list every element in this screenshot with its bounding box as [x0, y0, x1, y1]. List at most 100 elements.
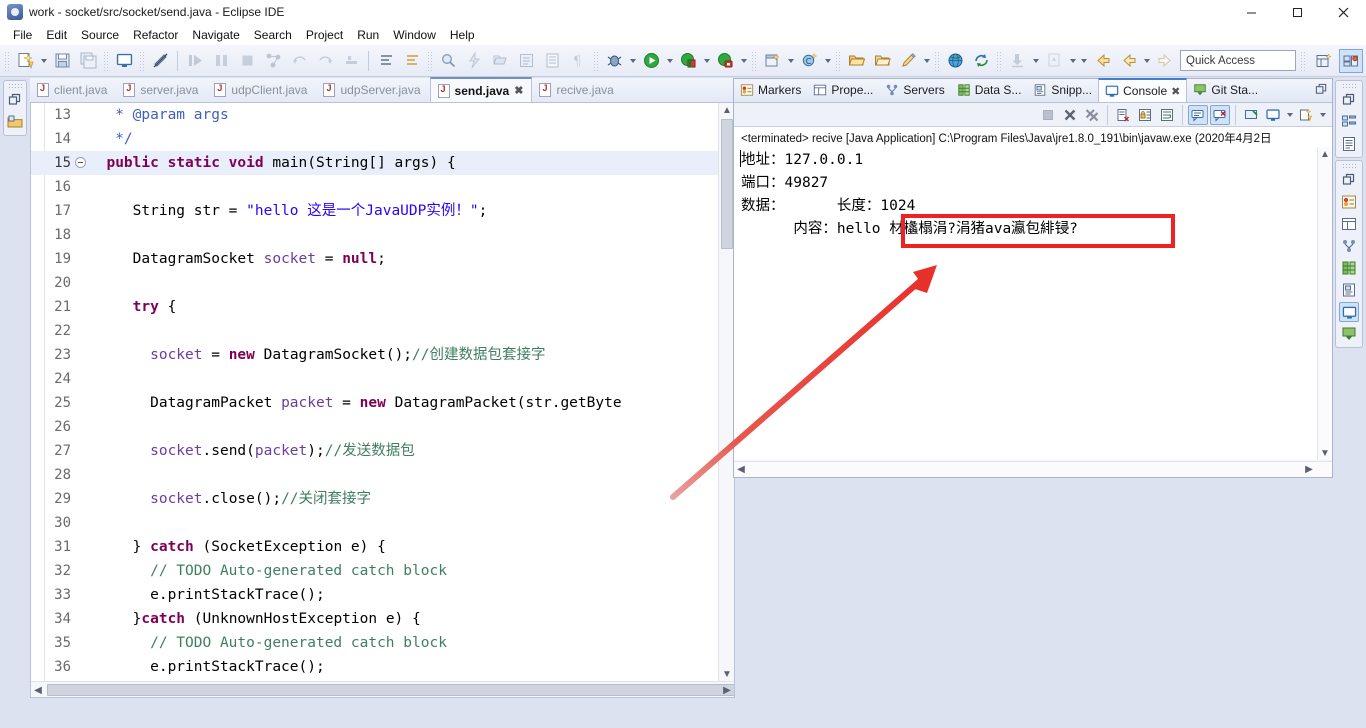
- code-line[interactable]: 30: [31, 511, 734, 535]
- minimize-button[interactable]: [1228, 0, 1274, 24]
- code-line[interactable]: 36 e.printStackTrace();: [31, 655, 734, 679]
- properties-icon[interactable]: [1339, 214, 1359, 234]
- view-tab-git-staging[interactable]: Git Sta...: [1187, 78, 1264, 102]
- remove-all-terminated-icon[interactable]: [1082, 105, 1102, 125]
- toolbar-grip-10[interactable]: [1300, 51, 1306, 71]
- scroll-up-icon[interactable]: ▲: [720, 103, 734, 117]
- toolbar-grip-7[interactable]: [835, 50, 841, 71]
- editor-tab-recive-java[interactable]: recive.java: [532, 77, 622, 102]
- scroll-left-icon[interactable]: ◀: [734, 462, 748, 476]
- editor-vertical-scrollbar[interactable]: ▲ ▼: [718, 103, 734, 697]
- save-icon[interactable]: [50, 49, 74, 73]
- code-line[interactable]: 26: [31, 415, 734, 439]
- back-dropdown-icon[interactable]: [1141, 50, 1152, 72]
- scroll-down-icon[interactable]: ▼: [1318, 446, 1332, 460]
- editor-horizontal-scrollbar[interactable]: ◀ ▶: [31, 681, 734, 697]
- editor-hscroll-thumb[interactable]: [47, 684, 734, 696]
- code-line[interactable]: 31 } catch (SocketException e) {: [31, 535, 734, 559]
- editor-tab-send-java[interactable]: send.java ✖: [429, 77, 533, 102]
- git-staging-icon[interactable]: [1339, 324, 1359, 344]
- view-tab-properties[interactable]: Prope...: [807, 78, 879, 102]
- code-line[interactable]: 20: [31, 271, 734, 295]
- code-line[interactable]: 13 * @param args: [31, 103, 734, 127]
- back-icon[interactable]: [1090, 49, 1114, 73]
- editor-tab-client-java[interactable]: client.java: [30, 77, 116, 102]
- coverage-icon[interactable]: [676, 49, 700, 73]
- maximize-button[interactable]: [1274, 0, 1320, 24]
- rail-grip-icon-bottom[interactable]: [1342, 163, 1356, 168]
- terminate-icon[interactable]: [235, 49, 259, 73]
- forward-icon[interactable]: [1153, 49, 1177, 73]
- debug-icon[interactable]: [602, 49, 626, 73]
- new-class-dropdown-icon[interactable]: [822, 50, 833, 72]
- code-line[interactable]: 15 public static void main(String[] args…: [31, 151, 734, 175]
- push-icon[interactable]: [1042, 49, 1066, 73]
- code-line[interactable]: 27 socket.send(packet);//发送数据包: [31, 439, 734, 463]
- snippets-icon[interactable]: [1339, 280, 1359, 300]
- toolbar-grip-6[interactable]: [751, 50, 757, 71]
- toolbar-grip-2[interactable]: [103, 50, 109, 71]
- remove-launch-icon[interactable]: [1060, 105, 1080, 125]
- package-explorer-icon[interactable]: [5, 112, 25, 132]
- lightning-icon[interactable]: [462, 49, 486, 73]
- paragraph-icon[interactable]: ¶: [566, 49, 590, 73]
- word-wrap-icon[interactable]: [1157, 105, 1177, 125]
- code-line[interactable]: 28: [31, 463, 734, 487]
- profile-dropdown-icon[interactable]: [738, 50, 749, 72]
- open-resource-icon[interactable]: [488, 49, 512, 73]
- menu-navigate[interactable]: Navigate: [185, 26, 246, 44]
- open-console-icon[interactable]: [1296, 105, 1316, 125]
- search-icon[interactable]: [436, 49, 460, 73]
- console-vertical-scrollbar[interactable]: ▲ ▼: [1317, 147, 1332, 460]
- outline-icon[interactable]: [1339, 112, 1359, 132]
- new-wizard-dropdown-icon[interactable]: [38, 50, 49, 72]
- code-line[interactable]: 17 String str = "hello 这是一个JavaUDP实例！";: [31, 199, 734, 223]
- pull-dropdown-icon[interactable]: [1030, 50, 1041, 72]
- run-dropdown-icon[interactable]: [664, 50, 675, 72]
- new-wizard-icon[interactable]: [13, 49, 37, 73]
- open-folder-icon[interactable]: [844, 49, 868, 73]
- code-line[interactable]: 25 DatagramPacket packet = new DatagramP…: [31, 391, 734, 415]
- terminate-icon[interactable]: [1038, 105, 1058, 125]
- console-output-area[interactable]: 地址：127.0.0.1 端口：49827 数据： 长度：1024 内容：hel…: [734, 147, 1332, 460]
- scroll-lock-icon[interactable]: [1135, 105, 1155, 125]
- menu-refactor[interactable]: Refactor: [126, 26, 185, 44]
- pull-icon[interactable]: [1005, 49, 1029, 73]
- close-icon[interactable]: ✖: [514, 84, 523, 97]
- menu-edit[interactable]: Edit: [39, 26, 74, 44]
- scroll-up-icon[interactable]: ▲: [1318, 147, 1332, 161]
- code-line[interactable]: 23 socket = new DatagramSocket();//创建数据包…: [31, 343, 734, 367]
- view-tab-data-source-explorer[interactable]: Data S...: [951, 78, 1028, 102]
- debug-dropdown-icon[interactable]: [627, 50, 638, 72]
- code-line[interactable]: 14 */: [31, 127, 734, 151]
- code-line[interactable]: 32 // TODO Auto-generated catch block: [31, 559, 734, 583]
- quick-access-input[interactable]: Quick Access: [1180, 50, 1296, 71]
- open-perspective-icon[interactable]: [1312, 49, 1336, 73]
- servers-icon[interactable]: [1339, 236, 1359, 256]
- clear-console-icon[interactable]: [1113, 105, 1133, 125]
- toolbar-grip-8[interactable]: [934, 50, 940, 71]
- menu-project[interactable]: Project: [299, 26, 350, 44]
- markers-icon[interactable]: [1339, 192, 1359, 212]
- step-into-icon[interactable]: [209, 49, 233, 73]
- scroll-left-icon[interactable]: ◀: [31, 683, 45, 697]
- menu-run[interactable]: Run: [350, 26, 386, 44]
- toolbar-grip-3[interactable]: [139, 50, 145, 71]
- restore-icon-2[interactable]: [1339, 170, 1359, 190]
- java-perspective-icon[interactable]: [1339, 49, 1363, 73]
- step-over-icon[interactable]: [183, 49, 207, 73]
- new-java-project-icon[interactable]: [760, 49, 784, 73]
- display-console-dropdown-icon[interactable]: [1284, 104, 1295, 126]
- show-console-on-output-icon[interactable]: [1188, 104, 1208, 125]
- outline-toggle-icon[interactable]: [540, 49, 564, 73]
- toolbar-grip-5[interactable]: [593, 50, 599, 71]
- editor-tab-udpclient-java[interactable]: udpClient.java: [207, 77, 316, 102]
- console-horizontal-scrollbar[interactable]: ◀ ▶: [734, 461, 1332, 477]
- code-editor[interactable]: 13 * @param args 14 */15 public static vo…: [30, 103, 735, 698]
- show-console-on-error-icon[interactable]: [1210, 104, 1230, 125]
- code-line[interactable]: 35 // TODO Auto-generated catch block: [31, 631, 734, 655]
- last-edit-location-icon[interactable]: [339, 49, 363, 73]
- code-line[interactable]: 16: [31, 175, 734, 199]
- run-icon[interactable]: [639, 49, 663, 73]
- push-dropdown-icon[interactable]: [1067, 50, 1078, 72]
